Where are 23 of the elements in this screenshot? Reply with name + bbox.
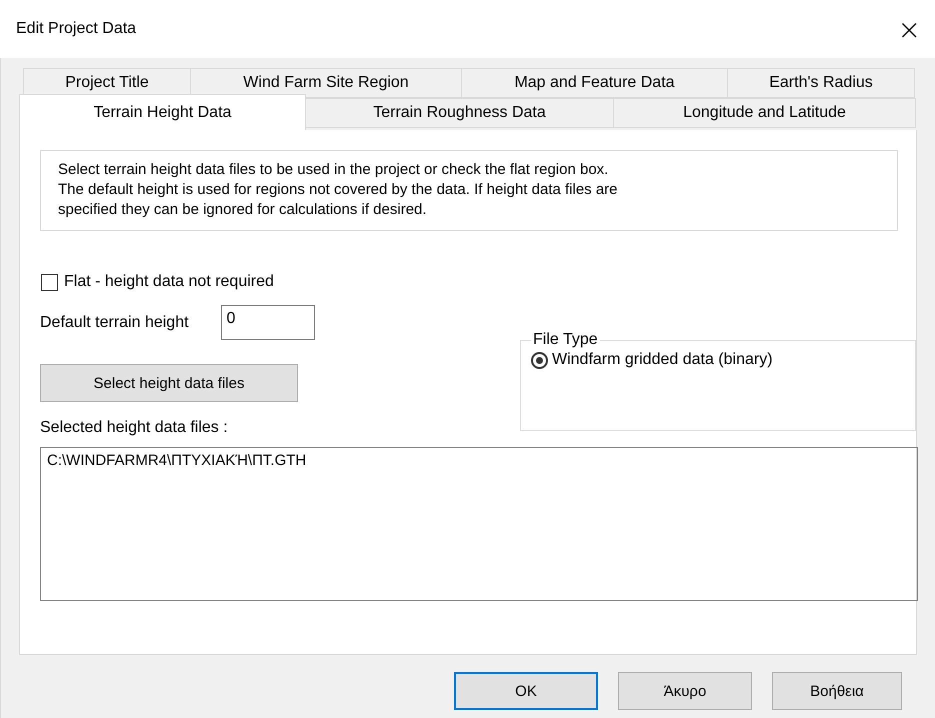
close-button[interactable]: × bbox=[892, 12, 927, 46]
tab[interactable]: Terrain Height Data bbox=[19, 94, 306, 130]
checkbox[interactable] bbox=[41, 274, 58, 290]
description-text: Select terrain height data files to be used in the project or check the flat region box. The default height is used for regions not covered by the data. If height data files are specified they can be ignored for calculations if desired. bbox=[40, 150, 898, 231]
list-label: Selected height data files : bbox=[40, 419, 229, 437]
file-item[interactable]: C:\WINDFARMR4\ΠΤΥΧΙΑΚΉ\ΠΤ.GTH bbox=[47, 452, 306, 469]
tab[interactable]: Wind Farm Site Region bbox=[190, 68, 462, 98]
tab[interactable]: Map and Feature Data bbox=[461, 68, 728, 98]
dialog-button[interactable]: Άκυρο bbox=[618, 672, 752, 710]
window-title: Edit Project Data bbox=[16, 20, 136, 38]
checkbox-label: Flat - height data not required bbox=[64, 273, 274, 291]
dialog-button[interactable]: Βοήθεια bbox=[772, 672, 902, 710]
file-list[interactable]: C:\WINDFARMR4\ΠΤΥΧΙΑΚΉ\ΠΤ.GTH bbox=[40, 447, 918, 601]
select-files-button[interactable]: Select height data files bbox=[40, 364, 298, 402]
group-title: File Type bbox=[532, 331, 599, 349]
dialog-button[interactable]: OK bbox=[454, 672, 598, 710]
radio-label: Windfarm gridded data (binary) bbox=[552, 351, 773, 369]
field-label: Default terrain height bbox=[40, 314, 189, 332]
tab[interactable]: Longitude and Latitude bbox=[613, 98, 916, 128]
tab[interactable]: Earth's Radius bbox=[727, 68, 915, 98]
height-field[interactable]: 0 bbox=[220, 305, 315, 340]
radio-button[interactable] bbox=[531, 352, 548, 368]
tab[interactable]: Terrain Roughness Data bbox=[305, 98, 614, 128]
